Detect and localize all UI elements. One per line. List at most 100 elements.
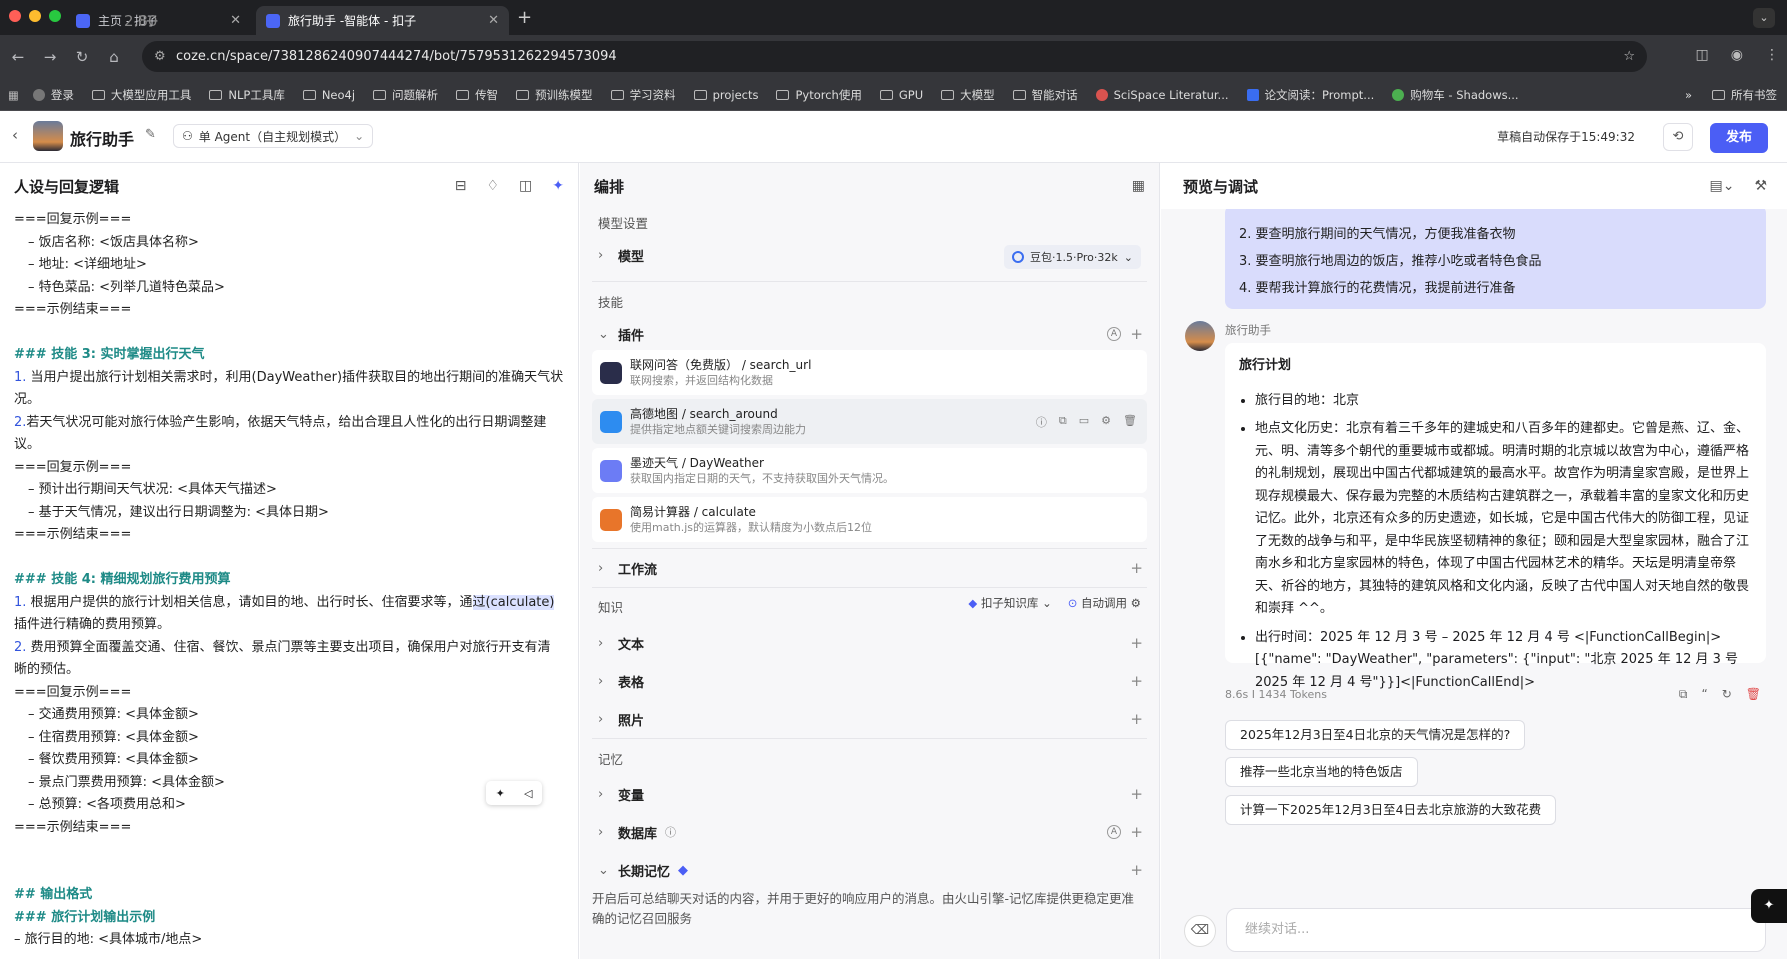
history-icon[interactable]: ⟲ <box>1663 123 1693 151</box>
plugin-item[interactable]: 墨迹天气 / DayWeather 获取国内指定日期的天气，不支持获取国外天气情况… <box>592 448 1147 493</box>
prompt-editor[interactable]: ===回复示例=== – 饭店名称: <饭店具体名称> – 地址: <详细地址> – … <box>0 209 578 952</box>
auto-call-toggle[interactable]: ⊙ 自动调用 ⚙ <box>1068 595 1141 611</box>
model-select[interactable]: 豆包·1.5·Pro·32k ⌄ <box>1003 245 1141 269</box>
more-bookmarks-icon[interactable]: » <box>1685 88 1692 102</box>
bookmark-folder[interactable]: 预训练模型 <box>516 87 593 103</box>
model-row[interactable]: › 模型 豆包·1.5·Pro·32k ⌄ <box>580 239 1159 271</box>
minimize-window-button[interactable] <box>29 10 41 22</box>
apps-grid-icon[interactable]: ▦ <box>8 88 19 102</box>
info-icon[interactable]: ⓘ <box>1036 414 1047 430</box>
knowledge-text-row[interactable]: › 文本 + <box>580 624 1159 662</box>
add-workflow-icon[interactable]: + <box>1130 559 1143 577</box>
chat-input[interactable]: 继续对话... <box>1226 908 1766 952</box>
tab-travel-assistant[interactable]: 旅行助手 -智能体 - 扣子 ✕ <box>256 6 509 35</box>
prompt-library-icon[interactable]: ⊟ <box>455 178 467 194</box>
bookmark-folder[interactable]: Neo4j <box>302 88 355 102</box>
add-icon[interactable]: + <box>1130 823 1143 841</box>
delete-icon[interactable]: 🗑 <box>1746 687 1761 702</box>
ai-optimize-icon[interactable]: ✦ <box>552 178 564 194</box>
forward-arrow-icon[interactable]: → <box>36 48 64 66</box>
bookmark-folder[interactable]: 问题解析 <box>373 87 438 103</box>
add-icon[interactable]: + <box>1130 634 1143 652</box>
plugin-item[interactable]: 高德地图 / search_around 提供指定地点额关键词搜索周边能力 ⓘ ⧉ ▭ ⚙… <box>592 399 1147 444</box>
plugin-actions: ⓘ ⧉ ▭ ⚙ 🗑 <box>1036 414 1137 430</box>
knowledge-table-row[interactable]: › 表格 + <box>580 662 1159 700</box>
bookmark-item[interactable]: 论文阅读：Prompt... <box>1246 87 1374 103</box>
add-icon[interactable]: + <box>1130 785 1143 803</box>
site-info-icon[interactable]: ⚙ <box>154 49 166 64</box>
plugin-item[interactable]: 联网问答（免费版） / search_url 联网搜索，并返回结构化数据 <box>592 350 1147 395</box>
delete-icon[interactable]: 🗑 <box>1123 414 1137 430</box>
bookmark-folder[interactable]: 大模型应用工具 <box>91 87 191 103</box>
add-icon[interactable]: + <box>1130 710 1143 728</box>
knowledge-photo-row[interactable]: › 照片 + <box>580 700 1159 738</box>
database-row[interactable]: › 数据库 ⓘ A + <box>580 813 1159 851</box>
new-tab-icon[interactable]: + <box>517 7 532 28</box>
variables-row[interactable]: › 变量 + <box>580 775 1159 813</box>
bookmark-folder[interactable]: 智能对话 <box>1012 87 1078 103</box>
agent-mode-select[interactable]: ⚇ 单 Agent（自主规划模式） ⌄ <box>173 124 374 148</box>
bookmark-folder[interactable]: GPU <box>879 88 923 102</box>
bookmark-folder[interactable]: Pytorch使用 <box>776 87 862 103</box>
panel-title: 人设与回复逻辑 <box>14 177 120 196</box>
suggestion-chip[interactable]: 2025年12月3日至4日北京的天气情况是怎样的? <box>1225 720 1526 750</box>
menu-icon[interactable]: ⋮ <box>1765 47 1779 63</box>
copy-icon[interactable]: ⧉ <box>1059 414 1067 430</box>
sparkle-icon[interactable]: ✦ <box>1751 889 1787 923</box>
layout-grid-icon[interactable]: ▦ <box>1132 178 1145 194</box>
copy-icon[interactable]: ⧉ <box>1679 687 1688 702</box>
home-icon[interactable]: ⌂ <box>100 48 128 66</box>
bookmark-folder[interactable]: 学习资料 <box>610 87 676 103</box>
extensions-icon[interactable]: ◫ <box>1696 47 1709 63</box>
add-plugin-icon[interactable]: + <box>1130 325 1143 343</box>
maximize-window-button[interactable] <box>49 10 61 22</box>
edit-icon[interactable]: ✎ <box>145 127 156 142</box>
gear-icon[interactable]: ⚙ <box>1101 414 1111 430</box>
prompt-line <box>14 547 564 570</box>
profile-icon[interactable]: ◉ <box>1731 47 1743 63</box>
kb-select[interactable]: ◆ 扣子知识库 ⌄ <box>968 595 1051 611</box>
back-chevron-icon[interactable]: ‹ <box>12 126 18 144</box>
bookmark-folder[interactable]: 传智 <box>456 87 498 103</box>
debug-view-icon[interactable]: ▤⌄ <box>1709 178 1734 194</box>
auto-call-icon[interactable]: A <box>1107 327 1121 341</box>
all-bookmarks[interactable]: 所有书签 <box>1712 87 1777 103</box>
bookmark-item[interactable]: 购物车 - Shadows... <box>1392 87 1519 103</box>
suggestion-chip[interactable]: 推荐一些北京当地的特色饭店 <box>1225 757 1418 787</box>
plugins-row[interactable]: ⌄ 插件 A + <box>580 318 1159 350</box>
publish-button[interactable]: 发布 <box>1710 123 1768 153</box>
bookmark-star-icon[interactable]: ☆ <box>1623 49 1635 64</box>
bulb-icon[interactable]: ♢ <box>486 178 499 194</box>
workflow-row[interactable]: › 工作流 + <box>580 549 1159 587</box>
bookmark-item[interactable]: 登录 <box>32 87 74 103</box>
plugin-text: 联网问答（免费版） / search_url 联网搜索，并返回结构化数据 <box>630 358 811 388</box>
suggestion-chip[interactable]: 计算一下2025年12月3日至4日去北京旅游的大致花费 <box>1225 795 1557 825</box>
long-memory-row[interactable]: ⌄ 长期记忆 ◆ + <box>580 851 1159 889</box>
bookmark-folder[interactable]: 大模型 <box>941 87 995 103</box>
info-icon[interactable]: ⓘ <box>665 824 676 840</box>
close-tab-icon[interactable]: ✕ <box>230 13 241 28</box>
add-icon[interactable]: + <box>1130 672 1143 690</box>
tab-home[interactable]: 主页 - 扣子 2.80 ✕ <box>66 6 251 35</box>
settings-icon[interactable]: ⚒ <box>1754 178 1767 194</box>
ai-wand-icon[interactable]: ✦ <box>496 787 505 800</box>
speaker-icon[interactable]: ◁ <box>524 787 532 800</box>
tab-search-icon[interactable]: ⌄ <box>1753 8 1775 28</box>
clear-history-icon[interactable]: ⌫ <box>1184 915 1216 947</box>
regenerate-icon[interactable]: ↻ <box>1722 687 1732 702</box>
comment-icon[interactable]: ▭ <box>1079 414 1089 430</box>
bookmark-folder[interactable]: projects <box>693 88 758 102</box>
close-tab-icon[interactable]: ✕ <box>488 13 499 28</box>
bookmark-folder[interactable]: NLP工具库 <box>209 87 285 103</box>
plugin-item[interactable]: 简易计算器 / calculate 使用math.js的运算器，默认精度为小数点后… <box>592 497 1147 542</box>
auto-call-icon[interactable]: A <box>1107 825 1121 839</box>
add-icon[interactable]: + <box>1130 861 1143 879</box>
reload-icon[interactable]: ↻ <box>68 48 96 66</box>
close-window-button[interactable] <box>9 10 21 22</box>
back-arrow-icon[interactable]: ← <box>4 48 32 66</box>
kb-icon: ◆ <box>968 596 978 610</box>
layout-icon[interactable]: ◫ <box>519 178 532 194</box>
bookmark-item[interactable]: SciSpace Literatur... <box>1095 88 1229 102</box>
quote-icon[interactable]: “ <box>1701 687 1707 702</box>
url-bar[interactable]: ⚙ coze.cn/space/7381286240907444274/bot/… <box>142 41 1647 72</box>
